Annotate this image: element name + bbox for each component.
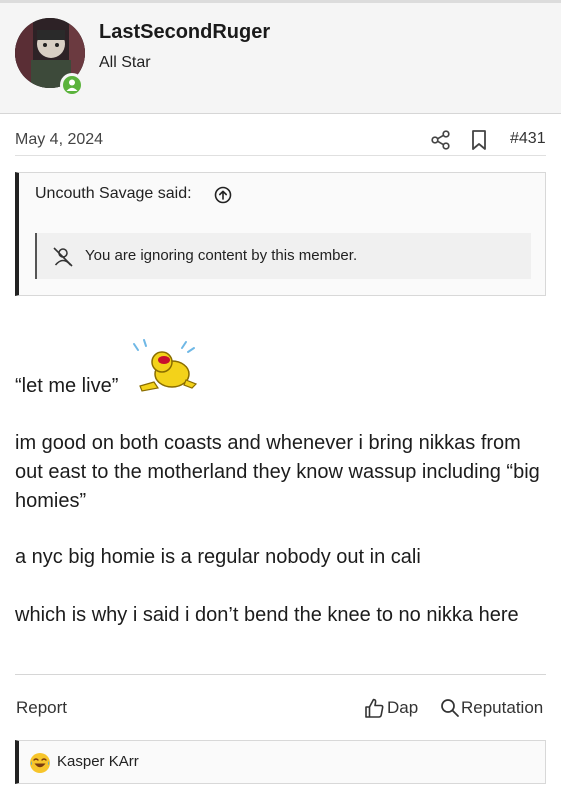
share-icon[interactable] xyxy=(430,129,452,151)
ignored-content-notice[interactable]: You are ignoring content by this member. xyxy=(35,233,531,279)
post-author-header: LastSecondRuger All Star xyxy=(0,3,561,114)
reactions-bar[interactable]: Kasper KArr xyxy=(15,740,546,784)
user-title: All Star xyxy=(99,54,151,71)
post-paragraph: a nyc big homie is a regular nobody out … xyxy=(15,546,421,568)
post-paragraph: im good on both coasts and whenever i br… xyxy=(15,432,540,512)
dap-button[interactable]: Dap xyxy=(387,698,418,718)
quote-author[interactable]: Uncouth Savage said: xyxy=(35,185,192,203)
divider xyxy=(15,155,546,156)
online-status-badge xyxy=(60,73,84,97)
username[interactable]: LastSecondRuger xyxy=(99,21,270,44)
report-link[interactable]: Report xyxy=(16,698,67,718)
search-icon[interactable] xyxy=(440,698,460,718)
reputation-button[interactable]: Reputation xyxy=(461,698,543,718)
post-date[interactable]: May 4, 2024 xyxy=(15,131,103,149)
laugh-reaction-icon xyxy=(30,753,50,773)
post-paragraph: which is why i said i don’t bend the kne… xyxy=(15,604,519,626)
quote-block: Uncouth Savage said: You are ignoring co… xyxy=(15,172,546,296)
post-number[interactable]: #431 xyxy=(510,130,546,148)
ignored-content-text: You are ignoring content by this member. xyxy=(85,247,358,264)
arrow-up-circle-icon[interactable] xyxy=(214,186,232,204)
divider xyxy=(15,674,546,675)
reaction-users[interactable]: Kasper KArr xyxy=(57,753,139,770)
bookmark-icon[interactable] xyxy=(470,129,488,151)
thumbs-up-icon[interactable] xyxy=(363,697,385,719)
muted-user-icon xyxy=(53,247,73,267)
post-paragraph: “let me live” xyxy=(15,375,119,397)
